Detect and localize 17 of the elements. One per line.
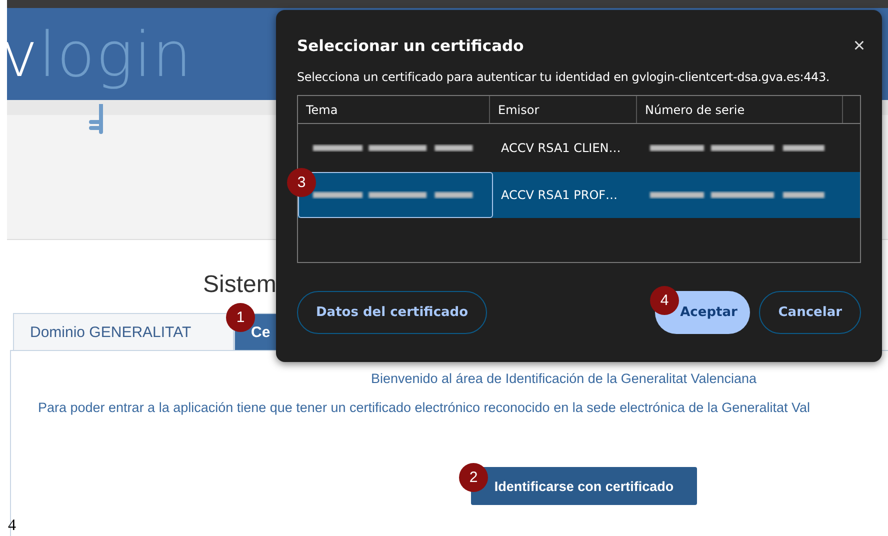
column-header[interactable]: Número de serie	[637, 96, 843, 123]
column-header[interactable]: Emisor	[490, 96, 637, 123]
column-header[interactable]: Tema	[298, 96, 490, 123]
page-number: 4	[8, 517, 16, 535]
dialog-button[interactable]: Cancelar	[759, 291, 861, 334]
page-title: Sistem	[203, 271, 276, 300]
step-badge: 2	[459, 463, 488, 492]
certificate-row[interactable]: ACCV RSA1 CLIEN…	[298, 125, 860, 171]
instructions-text: Para poder entrar a la aplicación tiene que tener un certificado electrónico reconocido en la sede electrónica de la Generalitat Val	[38, 400, 810, 415]
table-cell-text: ACCV RSA1 CLIEN…	[500, 140, 622, 157]
dialog-title: Seleccionar un certificado	[297, 37, 524, 55]
close-button[interactable]: ×	[853, 36, 865, 56]
dialog-button[interactable]: Datos del certificado	[297, 291, 488, 334]
dialog-message: Selecciona un certificado para autenticar tu identidad en gvlogin-clientcert-dsa.gva.es:443.	[297, 70, 831, 84]
table-cell-text: ACCV RSA1 PROF…	[500, 187, 619, 204]
welcome-text: Bienvenido al área de Identificación de la Generalitat Valenciana	[371, 371, 757, 386]
tab[interactable]: Dominio GENERALITAT	[13, 313, 234, 350]
